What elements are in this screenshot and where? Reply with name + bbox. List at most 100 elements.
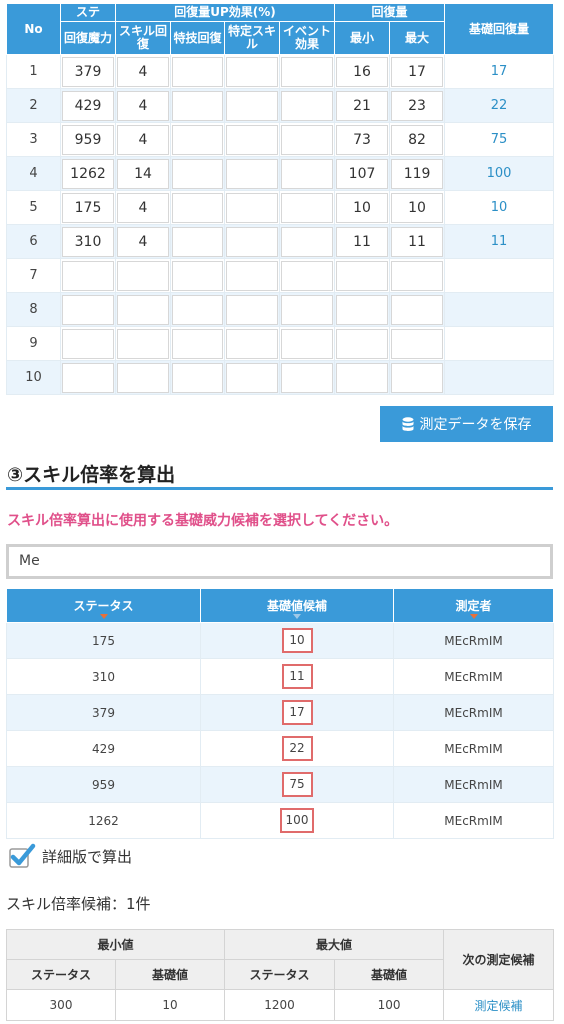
cell <box>60 326 116 361</box>
tech-input[interactable] <box>172 328 223 359</box>
skill-input[interactable] <box>117 362 169 393</box>
skill-input[interactable]: 4 <box>117 124 169 155</box>
stat-input[interactable] <box>62 328 114 359</box>
base-candidate-button[interactable]: 75 <box>281 772 313 797</box>
specific-input[interactable] <box>226 90 278 121</box>
base-candidate-button[interactable]: 10 <box>281 628 313 653</box>
event-input[interactable] <box>281 362 334 393</box>
cell: 1262 <box>60 156 116 191</box>
tech-input[interactable] <box>172 260 223 291</box>
stat-input[interactable]: 1262 <box>62 158 114 189</box>
column-header-status[interactable]: ステータス <box>6 588 201 623</box>
stat-input[interactable] <box>62 362 114 393</box>
column-header-measurer[interactable]: 測定者 <box>393 588 554 623</box>
min-input[interactable]: 21 <box>336 90 389 121</box>
event-input[interactable] <box>281 56 334 87</box>
event-input[interactable] <box>281 294 334 325</box>
specific-input[interactable] <box>226 192 278 223</box>
base-candidate-button[interactable]: 22 <box>281 736 313 761</box>
specific-input[interactable] <box>226 124 278 155</box>
base-candidate-button[interactable]: 100 <box>279 808 315 833</box>
stat-input[interactable] <box>62 260 114 291</box>
stat-input[interactable]: 379 <box>62 56 114 87</box>
tech-input[interactable] <box>172 294 223 325</box>
next-candidate-link[interactable]: 測定候補 <box>443 989 555 1021</box>
max-input[interactable] <box>391 294 444 325</box>
event-input[interactable] <box>281 226 334 257</box>
base-candidate-button[interactable]: 11 <box>281 664 313 689</box>
stat-input[interactable] <box>62 294 114 325</box>
min-input[interactable]: 16 <box>336 56 389 87</box>
skill-input[interactable] <box>117 260 169 291</box>
min-input[interactable] <box>336 362 389 393</box>
specific-input[interactable] <box>226 158 278 189</box>
max-input[interactable] <box>391 328 444 359</box>
event-input[interactable] <box>281 260 334 291</box>
event-input[interactable] <box>281 124 334 155</box>
min-input[interactable] <box>336 328 389 359</box>
event-input[interactable] <box>281 328 334 359</box>
min-input[interactable] <box>336 260 389 291</box>
column-header-base[interactable]: 基礎値候補 <box>200 588 394 623</box>
cell: 17 <box>389 54 446 89</box>
tech-input[interactable] <box>172 90 223 121</box>
base-heal-value <box>444 326 555 361</box>
min-input[interactable]: 73 <box>336 124 389 155</box>
skill-input[interactable]: 4 <box>117 90 169 121</box>
specific-input[interactable] <box>226 328 278 359</box>
header-min-group: 最小値 <box>5 929 226 960</box>
specific-input[interactable] <box>226 362 278 393</box>
event-input[interactable] <box>281 192 334 223</box>
measurer-value: MEcRmIM <box>393 622 554 659</box>
skill-input[interactable]: 4 <box>117 192 169 223</box>
max-input[interactable]: 10 <box>391 192 444 223</box>
cell: 73 <box>334 122 391 157</box>
tech-input[interactable] <box>172 226 223 257</box>
skill-input[interactable] <box>117 294 169 325</box>
max-input[interactable] <box>391 260 444 291</box>
table-row: 1262 100 MEcRmIM <box>6 802 554 839</box>
cell: 959 <box>60 122 116 157</box>
save-measurement-button[interactable]: 測定データを保存 <box>380 406 553 442</box>
cell <box>60 258 116 293</box>
min-input[interactable]: 107 <box>336 158 389 189</box>
max-input[interactable]: 23 <box>391 90 444 121</box>
tech-input[interactable] <box>172 124 223 155</box>
cell <box>115 360 171 395</box>
specific-input[interactable] <box>226 294 278 325</box>
cell <box>278 258 336 293</box>
cell <box>224 224 280 259</box>
candidate-search-input[interactable]: Me <box>6 544 553 579</box>
specific-input[interactable] <box>226 260 278 291</box>
base-candidate-button[interactable]: 17 <box>281 700 313 725</box>
stat-input[interactable]: 429 <box>62 90 114 121</box>
min-input[interactable]: 10 <box>336 192 389 223</box>
max-input[interactable] <box>391 362 444 393</box>
tech-input[interactable] <box>172 362 223 393</box>
max-input[interactable]: 82 <box>391 124 444 155</box>
table-row: 10 <box>6 360 555 395</box>
skill-input[interactable]: 4 <box>117 56 169 87</box>
cell <box>278 156 336 191</box>
detail-mode-checkbox[interactable]: 詳細版で算出 <box>8 843 132 869</box>
stat-input[interactable]: 310 <box>62 226 114 257</box>
header-heal-group: 回復量 <box>334 3 446 22</box>
tech-input[interactable] <box>172 56 223 87</box>
max-input[interactable]: 17 <box>391 56 444 87</box>
tech-input[interactable] <box>172 192 223 223</box>
max-input[interactable]: 11 <box>391 226 444 257</box>
stat-input[interactable]: 959 <box>62 124 114 155</box>
event-input[interactable] <box>281 158 334 189</box>
skill-input[interactable] <box>117 328 169 359</box>
specific-input[interactable] <box>226 56 278 87</box>
min-input[interactable]: 11 <box>336 226 389 257</box>
max-input[interactable]: 119 <box>391 158 444 189</box>
min-input[interactable] <box>336 294 389 325</box>
skill-input[interactable]: 4 <box>117 226 169 257</box>
event-input[interactable] <box>281 90 334 121</box>
skill-input[interactable]: 14 <box>117 158 169 189</box>
tech-input[interactable] <box>172 158 223 189</box>
specific-input[interactable] <box>226 226 278 257</box>
status-value: 310 <box>6 658 201 695</box>
stat-input[interactable]: 175 <box>62 192 114 223</box>
